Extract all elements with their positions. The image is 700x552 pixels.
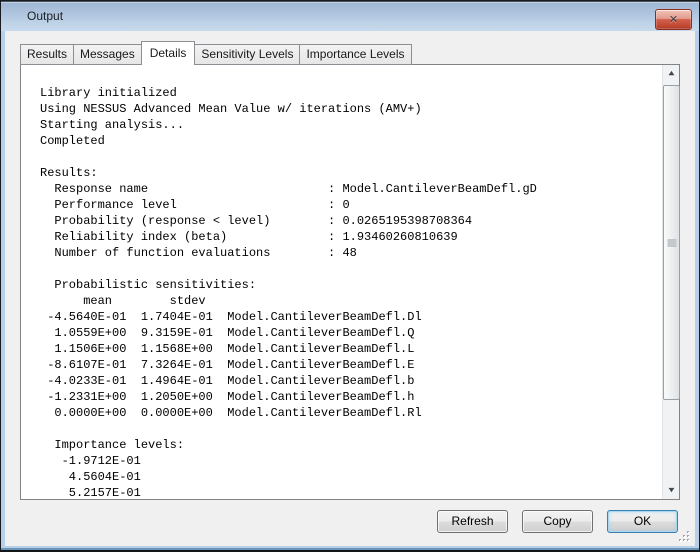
tab-results[interactable]: Results [20, 44, 74, 65]
vertical-scrollbar[interactable]: ▲ ▼ [662, 65, 679, 499]
scroll-down-icon: ▼ [662, 484, 681, 498]
dialog-body: Results Messages Details Sensitivity Lev… [5, 31, 695, 546]
output-dialog: Output ✕ Results Messages Details Sensit… [0, 0, 700, 552]
copy-button[interactable]: Copy [522, 510, 593, 533]
close-button[interactable]: ✕ [655, 9, 692, 30]
scrollbar-thumb[interactable] [663, 85, 680, 400]
scroll-up-button[interactable]: ▲ [663, 65, 680, 82]
resize-grip-icon[interactable] [679, 531, 681, 533]
titlebar[interactable]: Output ✕ [1, 1, 699, 31]
refresh-button[interactable]: Refresh [437, 510, 508, 533]
tab-messages[interactable]: Messages [73, 44, 142, 65]
window-title: Output [27, 1, 63, 31]
tab-bar: Results Messages Details Sensitivity Lev… [20, 41, 412, 65]
scroll-up-icon: ▲ [662, 67, 681, 81]
close-icon: ✕ [669, 13, 678, 26]
tab-sensitivity-levels[interactable]: Sensitivity Levels [194, 44, 300, 65]
tab-importance-levels[interactable]: Importance Levels [299, 44, 411, 65]
tab-details[interactable]: Details [141, 41, 196, 65]
output-panel[interactable]: Library initialized Using NESSUS Advance… [20, 64, 680, 500]
output-text: Library initialized Using NESSUS Advance… [21, 65, 662, 499]
scroll-down-button[interactable]: ▼ [663, 482, 680, 499]
scrollbar-thumb-grip-icon [667, 239, 676, 246]
window-bottom-accent [1, 548, 699, 550]
ok-button[interactable]: OK [607, 510, 678, 533]
